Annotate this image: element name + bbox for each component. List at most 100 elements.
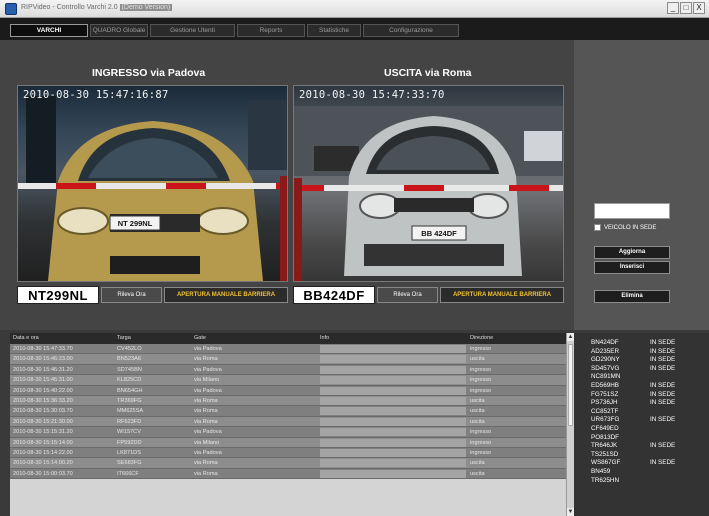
cell-info: [320, 355, 466, 363]
update-button[interactable]: Aggiorna: [594, 246, 670, 259]
plate-input[interactable]: [594, 203, 670, 219]
vehicle-plate: TR646JK: [591, 442, 618, 450]
cell-info: [320, 366, 466, 374]
table-body: 2010-08-30 15:47:33.70 CV452LO via Padova i…: [10, 344, 566, 480]
cell-plate: MM625SA: [117, 408, 144, 415]
cell-plate: RF623FD: [117, 418, 142, 425]
cell-direction: uscita: [470, 460, 485, 467]
cell-direction: uscita: [470, 470, 485, 477]
vehicle-list-item[interactable]: CC852TF: [574, 408, 709, 417]
table-row[interactable]: 2010-08-30 15:15:14.00 FP592DD via Milano i…: [10, 437, 566, 448]
tab-reports[interactable]: Reports: [237, 24, 305, 37]
vehicle-list-item[interactable]: PS736JH IN SEDE: [574, 399, 709, 408]
table-row[interactable]: 2010-08-30 15:14:22.00 LK871DS via Padova i…: [10, 447, 566, 459]
cell-datetime: 2010-08-30 15:40:22.00: [13, 387, 73, 394]
cell-plate: CV452LO: [117, 346, 142, 352]
table-row[interactable]: 2010-08-30 15:46:23.00 BN523A6 via Roma usc…: [10, 354, 566, 365]
vehicle-list-item[interactable]: PO813DF: [574, 434, 709, 443]
vehicle-list-item[interactable]: ED569HB IN SEDE: [574, 382, 709, 391]
minimize-button[interactable]: _: [667, 2, 679, 14]
cell-datetime: 2010-08-30 15:30:03.70: [13, 408, 73, 415]
tab-configurazione[interactable]: Configurazione: [363, 24, 459, 37]
table-row[interactable]: 2010-08-30 15:40:22.00 BN654GH via Padova i…: [10, 385, 566, 396]
in-site-checkbox[interactable]: [594, 224, 601, 231]
window-title-version: (Demo Version): [119, 4, 173, 11]
entrance-barrier-button[interactable]: APERTURA MANUALE BARRIERA: [164, 287, 288, 303]
vehicle-status: IN SEDE: [650, 347, 676, 355]
table-row[interactable]: 2010-08-30 15:45:31.00 KL825CD via Milano i…: [10, 375, 566, 386]
cell-info: [320, 470, 466, 478]
column-header-plate[interactable]: Targa: [117, 335, 131, 341]
vehicle-list-item[interactable]: AD235ER IN SEDE: [574, 348, 709, 357]
vehicle-list-item[interactable]: WS867GF IN SEDE: [574, 459, 709, 468]
column-header-gate[interactable]: Gate: [194, 335, 206, 341]
table-row[interactable]: 2010-08-30 15:47:33.70 CV452LO via Padova i…: [10, 344, 566, 355]
exit-timestamp: 2010-08-30 15:47:33:70: [299, 89, 445, 101]
vehicle-side-panel: VEICOLO IN SEDE Aggiorna Inserisci Elimi…: [574, 40, 709, 330]
tab-gestione-utenti[interactable]: Gestione Utenti: [150, 24, 235, 37]
cell-plate: KL825CD: [117, 377, 142, 384]
column-header-datetime[interactable]: Data e ora: [13, 335, 39, 341]
vehicle-status: IN SEDE: [650, 356, 676, 364]
vehicle-list-item[interactable]: TR625HN: [574, 477, 709, 486]
exit-record-button[interactable]: Rileva Ora: [377, 287, 438, 303]
table-scrollbar[interactable]: ▲ ▼: [566, 333, 574, 516]
cell-gate: via Roma: [194, 408, 218, 415]
vehicle-list-item[interactable]: BN459: [574, 468, 709, 477]
delete-button[interactable]: Elimina: [594, 290, 670, 303]
in-site-checkbox-row[interactable]: VEICOLO IN SEDE: [594, 224, 656, 231]
entrance-car-plate: NT 299NL: [118, 219, 153, 228]
insert-button[interactable]: Inserisci: [594, 261, 670, 274]
cell-info: [320, 449, 466, 457]
tab-varchi[interactable]: VARCHI: [10, 24, 88, 37]
cell-gate: via Roma: [194, 356, 218, 363]
cell-plate: LK871DS: [117, 449, 141, 456]
cell-direction: ingresso: [470, 439, 492, 446]
window-title: RIPVideo - Controllo Varchi 2.0 (Demo Ve…: [21, 4, 173, 11]
window-titlebar: RIPVideo - Controllo Varchi 2.0 (Demo Ve…: [0, 0, 709, 18]
vehicle-list-item[interactable]: FG751SZ IN SEDE: [574, 391, 709, 400]
tab-statistiche[interactable]: Statistiche: [307, 24, 361, 37]
table-row[interactable]: 2010-08-30 15:36:33.20 TR369FG via Roma usc…: [10, 395, 566, 407]
cell-plate: BN654GH: [117, 387, 143, 394]
cell-gate: via Padova: [194, 387, 222, 394]
vehicles-in-site-list: BN424DF IN SEDE AD235ER IN SEDE GD290NY IN SE…: [574, 333, 709, 516]
cell-plate: SE683FG: [117, 460, 142, 467]
exit-barrier-button[interactable]: APERTURA MANUALE BARRIERA: [440, 287, 564, 303]
vehicle-list-item[interactable]: GD290NY IN SEDE: [574, 356, 709, 365]
cell-info: [320, 407, 466, 415]
vehicle-plate: FG751SZ: [591, 390, 619, 398]
table-row[interactable]: 2010-08-30 15:00:03.70 IT666CF via Roma usc…: [10, 468, 566, 480]
cell-datetime: 2010-08-30 15:14:22.00: [13, 449, 73, 456]
vehicle-plate: GD290NY: [591, 356, 620, 364]
column-header-direction[interactable]: Direzione: [470, 335, 493, 341]
scroll-down-icon[interactable]: ▼: [567, 508, 574, 516]
cell-info: [320, 376, 466, 384]
column-header-info[interactable]: Info: [320, 335, 329, 341]
vehicle-list-item[interactable]: SD457VG IN SEDE: [574, 365, 709, 374]
maximize-button[interactable]: □: [680, 2, 692, 14]
table-row[interactable]: 2010-08-30 15:21:30.00 RF623FD via Roma usc…: [10, 416, 566, 428]
cell-direction: ingresso: [470, 429, 492, 436]
table-row[interactable]: 2010-08-30 15:30:03.70 MM625SA via Roma usc…: [10, 406, 566, 417]
vehicle-list-item[interactable]: TS251SD: [574, 451, 709, 460]
cell-datetime: 2010-08-30 15:45:31.00: [13, 377, 73, 384]
vehicle-list-item[interactable]: NC891MN: [574, 373, 709, 382]
cell-datetime: 2010-08-30 15:36:33.20: [13, 397, 73, 404]
cell-gate: via Roma: [194, 418, 218, 425]
vehicle-list-item[interactable]: CF649ED: [574, 425, 709, 434]
table-row[interactable]: 2010-08-30 15:14:00.20 SE683FG via Roma usc…: [10, 458, 566, 469]
cell-direction: uscita: [470, 356, 485, 363]
table-row[interactable]: 2010-08-30 15:46:31.20 SD745BN via Padova i…: [10, 364, 566, 376]
entrance-record-button[interactable]: Rileva Ora: [101, 287, 162, 303]
vehicle-list-item[interactable]: UR673FG IN SEDE: [574, 416, 709, 425]
vehicle-list-item[interactable]: BN424DF IN SEDE: [574, 339, 709, 348]
close-button[interactable]: X: [693, 2, 705, 14]
tab-quadro-globale[interactable]: QUADRO Globale: [90, 24, 148, 37]
cell-direction: uscita: [470, 408, 485, 415]
cell-gate: via Padova: [194, 449, 222, 456]
vehicle-list-item[interactable]: TR646JK IN SEDE: [574, 442, 709, 451]
scrollbar-thumb[interactable]: [568, 344, 573, 426]
scroll-up-icon[interactable]: ▲: [567, 333, 574, 341]
table-row[interactable]: 2010-08-30 15:15:31.20 WI157CV via Padova i…: [10, 427, 566, 438]
